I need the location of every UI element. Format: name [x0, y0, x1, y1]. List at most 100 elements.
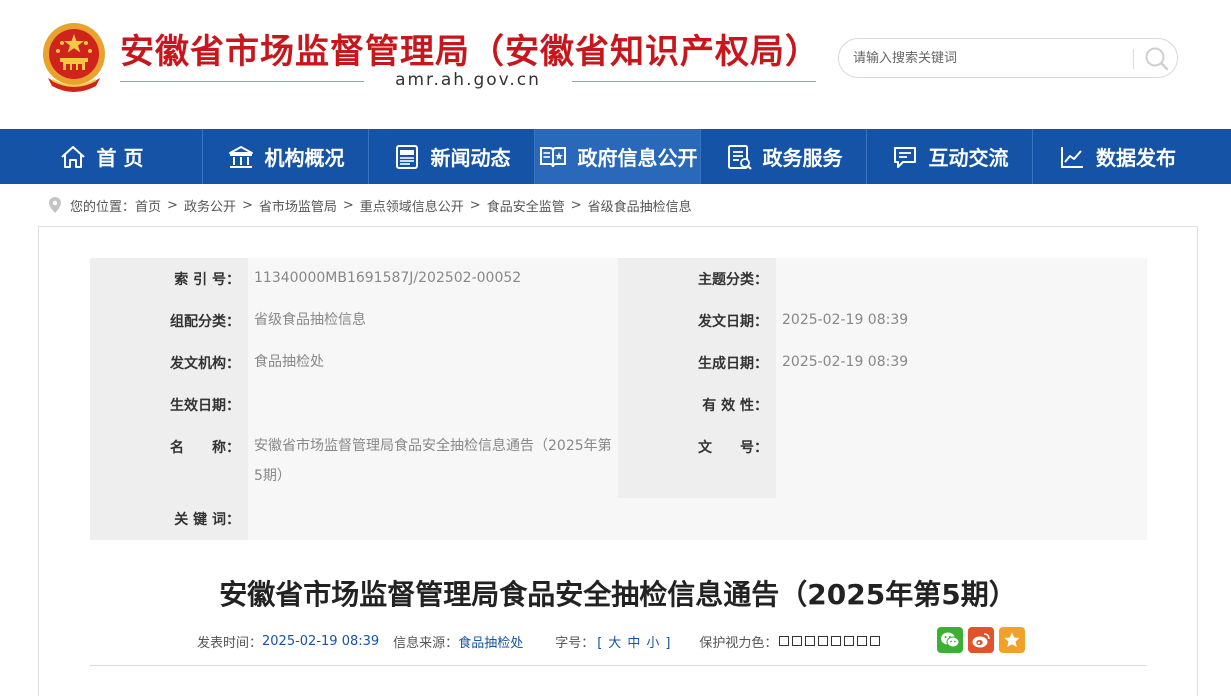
weibo-share-button[interactable]	[968, 627, 994, 653]
chat-icon	[893, 146, 916, 168]
site-title: 安徽省市场监督管理局（安徽省知识产权局）	[120, 32, 820, 72]
breadcrumb: 您的位置： 首页 > 政务公开 > 省市场监管局 > 重点领域信息公开 > 食品…	[48, 195, 692, 215]
eye-care-color-options	[779, 636, 881, 646]
breadcrumb-item-gov-affairs[interactable]: 政务公开	[184, 196, 236, 215]
article-info-bar: 发表时间： 2025-02-19 08:39 信息来源： 食品抽检处 字号： […	[197, 629, 881, 653]
breadcrumb-separator: >	[342, 197, 354, 213]
group-label: 组配分类：	[90, 300, 248, 342]
wechat-icon	[941, 632, 960, 648]
validity-label: 有 效 性：	[618, 384, 776, 426]
eye-color-swatch[interactable]	[857, 636, 868, 646]
location-pin-icon	[49, 197, 61, 213]
divider	[572, 81, 816, 82]
pub-date-label: 发文日期：	[618, 300, 776, 342]
doc-no-value	[776, 426, 1147, 498]
wechat-share-button[interactable]	[937, 627, 963, 653]
eye-color-swatch[interactable]	[831, 636, 842, 646]
font-large-button[interactable]: 大	[608, 636, 621, 651]
meta-row: 发文机构： 食品抽检处 生成日期： 2025-02-19 08:39	[90, 342, 1147, 384]
search-icon[interactable]	[1143, 45, 1171, 73]
nav-label: 互动交流	[928, 146, 1009, 170]
breadcrumb-item-key-areas[interactable]: 重点领域信息公开	[360, 196, 464, 215]
search-input[interactable]	[853, 47, 1133, 69]
nav-label: 首 页	[96, 146, 144, 170]
divider	[1133, 49, 1134, 69]
nav-item-interaction[interactable]: 互动交流	[867, 129, 1033, 184]
font-bracket: ]	[665, 635, 671, 651]
site-header: 安徽省市场监督管理局（安徽省知识产权局） amr.ah.gov.cn	[0, 0, 1231, 129]
breadcrumb-separator: >	[469, 197, 481, 213]
building-icon	[228, 145, 253, 168]
star-icon	[1004, 632, 1020, 647]
nav-item-about[interactable]: 机构概况	[203, 129, 369, 184]
eff-date-label: 生效日期：	[90, 384, 248, 426]
domain-row: amr.ah.gov.cn	[120, 70, 816, 94]
font-small-button[interactable]: 小	[646, 636, 659, 651]
meta-row: 名 称： 安徽省市场监督管理局食品安全抽检信息通告（2025年第5期） 文 号：	[90, 426, 1147, 498]
eye-color-swatch[interactable]	[779, 636, 790, 646]
breadcrumb-separator: >	[241, 197, 253, 213]
source-label: 信息来源：	[393, 635, 459, 651]
search-box	[838, 38, 1178, 78]
open-book-icon	[539, 146, 566, 167]
favorite-button[interactable]	[999, 627, 1025, 653]
nav-item-data[interactable]: 数据发布	[1033, 129, 1201, 184]
article-title: 安徽省市场监督管理局食品安全抽检信息通告（2025年第5期）	[219, 578, 1017, 611]
breadcrumb-item-home[interactable]: 首页	[135, 196, 161, 215]
divider	[90, 665, 1147, 666]
meta-row: 索 引 号： 11340000MB1691587J/202502-00052 主…	[90, 258, 1147, 300]
topic-value	[776, 258, 1147, 300]
eye-color-swatch[interactable]	[844, 636, 855, 646]
name-label: 名 称：	[90, 426, 248, 498]
breadcrumb-separator: >	[167, 197, 178, 213]
nav-item-gov-info[interactable]: 政府信息公开	[535, 129, 701, 184]
font-medium-button[interactable]: 中	[627, 636, 640, 651]
eye-color-swatch[interactable]	[818, 636, 829, 646]
index-label: 索 引 号：	[90, 258, 248, 300]
eye-color-swatch[interactable]	[792, 636, 803, 646]
weibo-icon	[972, 633, 990, 648]
article-container: 索 引 号： 11340000MB1691587J/202502-00052 主…	[38, 226, 1198, 696]
nav-item-home[interactable]: 首 页	[0, 129, 203, 184]
eff-date-value	[248, 384, 618, 426]
metadata-table: 索 引 号： 11340000MB1691587J/202502-00052 主…	[90, 258, 1147, 540]
nav-item-news[interactable]: 新闻动态	[369, 129, 535, 184]
meta-row: 生效日期： 有 效 性：	[90, 384, 1147, 426]
eye-color-swatch[interactable]	[870, 636, 881, 646]
pub-time-label: 发表时间：	[197, 635, 263, 651]
validity-value	[776, 384, 1147, 426]
gen-date-label: 生成日期：	[618, 342, 776, 384]
eye-color-swatch[interactable]	[805, 636, 816, 646]
breadcrumb-separator: >	[570, 197, 582, 213]
topic-label: 主题分类：	[618, 258, 776, 300]
nav-item-service[interactable]: 政务服务	[701, 129, 867, 184]
service-doc-icon	[727, 144, 752, 170]
font-bracket: [	[597, 635, 603, 651]
site-domain: amr.ah.gov.cn	[395, 70, 541, 90]
nav-label: 政务服务	[762, 146, 843, 170]
breadcrumb-item-bureau[interactable]: 省市场监管局	[259, 196, 337, 215]
index-value: 11340000MB1691587J/202502-00052	[248, 258, 618, 300]
nav-label: 机构概况	[264, 146, 345, 170]
pub-date-value: 2025-02-19 08:39	[776, 300, 1147, 342]
chart-icon	[1061, 146, 1083, 168]
eye-care-label: 保护视力色：	[699, 635, 778, 651]
meta-row: 关 键 词：	[90, 498, 1147, 540]
keywords-value	[248, 498, 1147, 540]
group-value: 省级食品抽检信息	[248, 300, 618, 342]
news-icon	[395, 144, 418, 169]
main-nav: 首 页 机构概况 新闻动态 政府信息公开 政务服务 互动交流 数据发布	[0, 129, 1231, 184]
font-size-controls: [ 大中小]	[594, 632, 673, 651]
doc-no-label: 文 号：	[618, 426, 776, 498]
share-buttons	[937, 627, 1025, 653]
breadcrumb-item-food-safety[interactable]: 食品安全监管	[487, 196, 565, 215]
nav-label: 新闻动态	[430, 146, 511, 170]
gen-date-value: 2025-02-19 08:39	[776, 342, 1147, 384]
pub-time-value: 2025-02-19 08:39	[262, 633, 380, 649]
org-label: 发文机构：	[90, 342, 248, 384]
breadcrumb-prefix: 您的位置：	[70, 199, 136, 215]
name-value: 安徽省市场监督管理局食品安全抽检信息通告（2025年第5期）	[248, 426, 618, 498]
breadcrumb-item-current[interactable]: 省级食品抽检信息	[588, 196, 692, 215]
nav-label: 政府信息公开	[577, 146, 698, 170]
source-value: 食品抽检处	[458, 635, 524, 651]
